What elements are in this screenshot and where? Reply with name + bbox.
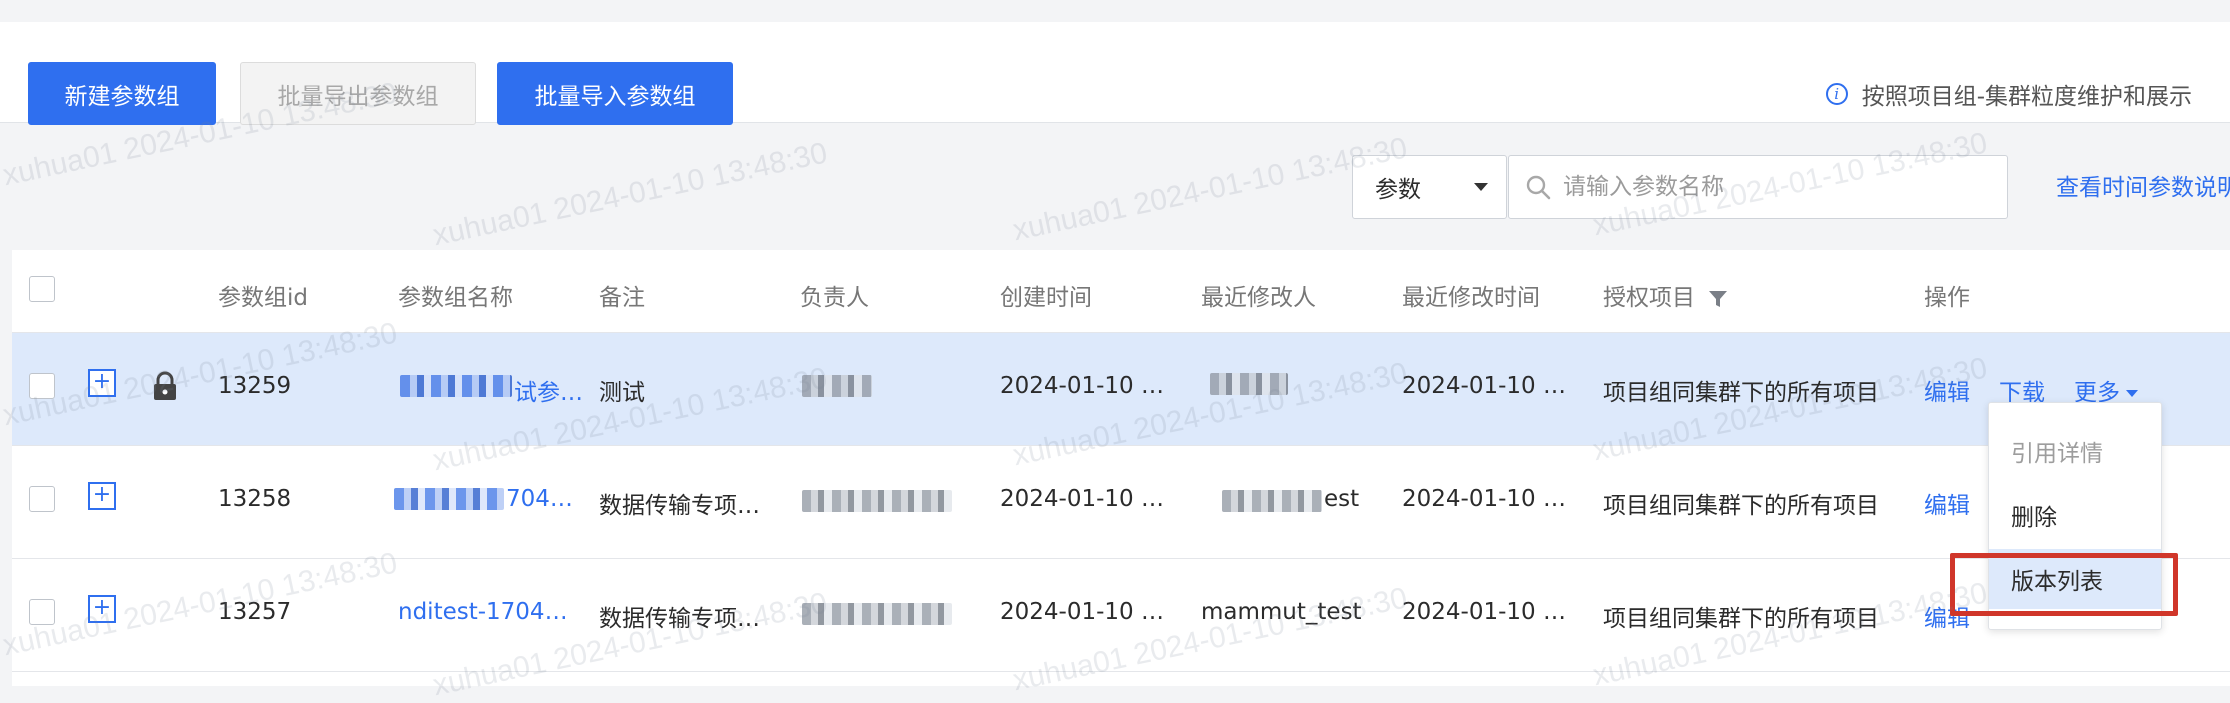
filter-icon[interactable]	[1708, 289, 1728, 309]
redacted-owner	[802, 375, 872, 397]
cell-modifier: est	[1324, 486, 1360, 512]
menu-item-delete[interactable]: 删除	[1989, 485, 2161, 545]
search-input[interactable]	[1561, 173, 1995, 201]
col-header-remark: 备注	[599, 285, 645, 311]
redacted-owner	[802, 603, 952, 625]
table-row: + 13258 704… 数据传输专项… 2024-01-10 … est 20…	[12, 446, 2230, 559]
cell-id: 13259	[218, 373, 292, 399]
param-group-table: 参数组id 参数组名称 备注 负责人 创建时间 最近修改人 最近修改时间 授权项…	[12, 250, 2230, 686]
redacted-modifier	[1222, 490, 1322, 512]
time-param-help-link[interactable]: 查看时间参数说明	[2056, 168, 2230, 202]
edit-link[interactable]: 编辑	[1924, 373, 1970, 407]
cell-remark: 数据传输专项…	[599, 606, 760, 632]
param-type-select[interactable]: 参数	[1352, 155, 1507, 219]
cell-created: 2024-01-10 …	[1000, 599, 1164, 625]
col-header-name: 参数组名称	[398, 285, 513, 311]
info-icon: i	[1825, 83, 1848, 105]
batch-export-button: 批量导出参数组	[240, 62, 476, 125]
col-header-project-label: 授权项目	[1603, 285, 1695, 311]
highlight-annotation-box	[1950, 553, 2178, 616]
search-icon	[1526, 175, 1551, 200]
cell-project: 项目组同集群下的所有项目	[1603, 493, 1879, 519]
col-header-owner: 负责人	[800, 285, 869, 311]
cell-modified: 2024-01-10 …	[1402, 486, 1566, 512]
table-row: + 13259 试参… 测试 2024-01-10 … 2024-01-10 ……	[12, 333, 2230, 446]
cell-project: 项目组同集群下的所有项目	[1603, 606, 1879, 632]
watermark-text: xuhua01 2024-01-10 13:48:30	[1010, 131, 1411, 248]
info-tip: i 按照项目组-集群粒度维护和展示	[1825, 77, 2192, 111]
param-type-value: 参数	[1375, 177, 1421, 203]
row-checkbox[interactable]	[29, 373, 55, 399]
cell-created: 2024-01-10 …	[1000, 373, 1164, 399]
col-header-created: 创建时间	[1000, 285, 1092, 311]
cell-modified: 2024-01-10 …	[1402, 599, 1566, 625]
chevron-down-icon	[1474, 183, 1488, 191]
batch-import-button[interactable]: 批量导入参数组	[497, 62, 733, 125]
table-header: 参数组id 参数组名称 备注 负责人 创建时间 最近修改人 最近修改时间 授权项…	[12, 250, 2230, 333]
chevron-down-icon	[2126, 390, 2138, 397]
col-header-actions: 操作	[1924, 285, 1970, 311]
select-all-checkbox[interactable]	[29, 276, 55, 302]
info-tip-text: 按照项目组-集群粒度维护和展示	[1861, 84, 2192, 110]
col-header-id: 参数组id	[218, 285, 308, 311]
cell-name-link[interactable]: nditest-1704…	[398, 599, 568, 625]
cell-remark: 测试	[599, 380, 645, 406]
lock-icon	[154, 371, 176, 400]
cell-id: 13258	[218, 486, 292, 512]
cell-project: 项目组同集群下的所有项目	[1603, 380, 1879, 406]
cell-remark: 数据传输专项…	[599, 493, 760, 519]
edit-link[interactable]: 编辑	[1924, 486, 1970, 520]
redacted-name	[400, 375, 512, 397]
cell-name-link[interactable]: 704…	[506, 486, 573, 512]
table-row: + 13257 nditest-1704… 数据传输专项… 2024-01-10…	[12, 559, 2230, 672]
cell-created: 2024-01-10 …	[1000, 486, 1164, 512]
menu-item-reference-details: 引用详情	[2011, 441, 2103, 467]
expand-plus-icon[interactable]: +	[88, 595, 116, 623]
search-box[interactable]	[1508, 155, 2008, 219]
col-header-modifier: 最近修改人	[1201, 285, 1316, 311]
redacted-owner	[802, 490, 952, 512]
expand-plus-icon[interactable]: +	[88, 482, 116, 510]
toolbar: 新建参数组 批量导出参数组 批量导入参数组 i 按照项目组-集群粒度维护和展示	[0, 22, 2230, 125]
cell-modified: 2024-01-10 …	[1402, 373, 1566, 399]
watermark-text: xuhua01 2024-01-10 13:48:30	[430, 136, 831, 253]
redacted-name	[394, 488, 504, 510]
row-checkbox[interactable]	[29, 599, 55, 625]
expand-plus-icon[interactable]: +	[88, 369, 116, 397]
col-header-modified: 最近修改时间	[1402, 285, 1540, 311]
new-param-group-button[interactable]: 新建参数组	[28, 62, 216, 125]
cell-modifier: mammut_test	[1201, 599, 1362, 625]
row-checkbox[interactable]	[29, 486, 55, 512]
col-header-project: 授权项目	[1603, 278, 1728, 312]
cell-id: 13257	[218, 599, 292, 625]
redacted-modifier	[1210, 373, 1288, 395]
cell-name-link[interactable]: 试参…	[514, 373, 583, 407]
